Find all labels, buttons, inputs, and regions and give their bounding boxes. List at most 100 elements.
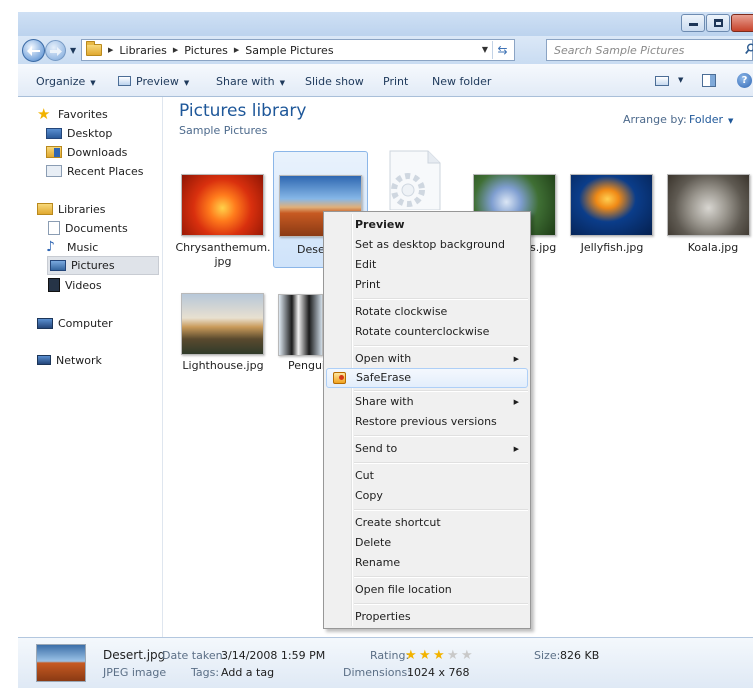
menu-item-preview[interactable]: Preview: [326, 215, 528, 235]
menu-item-set-desktop-background[interactable]: Set as desktop background: [326, 235, 528, 255]
sidebar-item-downloads[interactable]: Downloads: [46, 143, 127, 161]
file-tile-chrysanthemum[interactable]: Chrysanthemum. jpg: [175, 152, 273, 272]
desktop-icon: [46, 127, 62, 139]
penguins-thumbnail: [278, 294, 323, 356]
folder-icon: [86, 41, 102, 56]
preview-icon: [118, 76, 131, 86]
preview-pane-icon[interactable]: [702, 74, 716, 87]
search-input[interactable]: Search Sample Pictures: [546, 39, 753, 61]
chevron-right-icon[interactable]: ▶: [173, 46, 178, 54]
breadcrumb-sample-pictures[interactable]: Sample Pictures: [245, 44, 333, 57]
sidebar-item-pictures[interactable]: Pictures: [47, 256, 159, 275]
close-button[interactable]: [731, 14, 753, 32]
preview-button[interactable]: Preview ▼: [118, 75, 189, 88]
recent-pages-dropdown[interactable]: ▼: [70, 46, 76, 55]
chevron-down-icon: ▼: [183, 79, 190, 87]
menu-item-share-with[interactable]: Share with ▶: [326, 392, 528, 412]
organize-button[interactable]: Organize ▼: [36, 75, 96, 88]
details-thumbnail: [36, 644, 86, 682]
jellyfish-thumbnail: [570, 174, 653, 236]
page-subtitle: Sample Pictures: [179, 124, 268, 137]
dimensions-label: Dimensions:: [343, 666, 411, 679]
menu-item-delete[interactable]: Delete: [326, 533, 528, 553]
context-menu: Preview Set as desktop background Edit P…: [323, 211, 531, 629]
chevron-right-icon[interactable]: ▶: [234, 46, 239, 54]
rating-star-icon[interactable]: ★: [433, 649, 445, 662]
rating-star-icon[interactable]: ★: [447, 649, 459, 662]
libraries-icon: [37, 203, 53, 215]
menu-item-label: Send to: [355, 442, 398, 455]
address-dropdown[interactable]: ▼: [482, 45, 488, 54]
music-icon: ♪: [46, 239, 55, 255]
sidebar-item-label: Music: [67, 240, 99, 254]
sidebar-item-videos[interactable]: Videos: [46, 276, 102, 294]
rating-star-icon[interactable]: ★: [419, 649, 431, 662]
sidebar-item-music[interactable]: ♪ Music: [46, 238, 98, 256]
rating-star-icon[interactable]: ★: [461, 649, 473, 662]
menu-item-send-to[interactable]: Send to ▶: [326, 439, 528, 459]
menu-item-open-with[interactable]: Open with ▶: [326, 349, 528, 369]
sidebar-item-network[interactable]: Network: [37, 351, 102, 369]
sidebar-item-documents[interactable]: Documents: [46, 219, 128, 237]
file-tile-lighthouse[interactable]: Lighthouse.jpg: [178, 290, 273, 380]
sidebar-item-favorites[interactable]: ★ Favorites: [37, 105, 108, 123]
file-tile-jellyfish[interactable]: Jellyfish.jpg: [566, 152, 661, 272]
menu-item-copy[interactable]: Copy: [326, 486, 528, 506]
menu-separator: [354, 462, 528, 464]
menu-item-label: Open with: [355, 352, 412, 365]
menu-item-rotate-counterclockwise[interactable]: Rotate counterclockwise: [326, 322, 528, 342]
menu-item-properties[interactable]: Properties: [326, 607, 528, 627]
menu-item-cut[interactable]: Cut: [326, 466, 528, 486]
menu-item-create-shortcut[interactable]: Create shortcut: [326, 513, 528, 533]
date-taken-value[interactable]: 3/14/2008 1:59 PM: [221, 649, 325, 662]
sidebar-item-label: Favorites: [58, 107, 108, 121]
sidebar-item-desktop[interactable]: Desktop: [46, 124, 112, 142]
menu-separator: [354, 603, 528, 605]
tags-value[interactable]: Add a tag: [221, 666, 274, 679]
file-name: Chrysanthemum.: [175, 241, 271, 254]
menu-item-safe-erase[interactable]: SafeErase: [326, 368, 528, 388]
menu-item-print[interactable]: Print: [326, 275, 528, 295]
computer-icon: [37, 317, 53, 329]
chevron-right-icon[interactable]: ▶: [108, 46, 113, 54]
view-options-dropdown[interactable]: ▼: [678, 76, 683, 84]
menu-item-open-file-location[interactable]: Open file location: [326, 580, 528, 600]
change-view-icon[interactable]: [655, 76, 669, 86]
menu-item-restore-previous-versions[interactable]: Restore previous versions: [326, 412, 528, 432]
menu-item-rotate-clockwise[interactable]: Rotate clockwise: [326, 302, 528, 322]
submenu-arrow-icon: ▶: [513, 355, 519, 363]
menu-item-rename[interactable]: Rename: [326, 553, 528, 573]
chevron-down-icon: ▼: [279, 79, 285, 87]
new-folder-button[interactable]: New folder: [432, 75, 491, 88]
menu-separator: [354, 509, 528, 511]
sidebar-item-recent-places[interactable]: Recent Places: [46, 162, 144, 180]
breadcrumb-libraries[interactable]: Libraries: [119, 44, 167, 57]
maximize-button[interactable]: [706, 14, 730, 32]
dimensions-value: 1024 x 768: [407, 666, 470, 679]
address-bar[interactable]: ▶ Libraries ▶ Pictures ▶ Sample Pictures…: [81, 39, 515, 61]
sidebar-item-libraries[interactable]: Libraries: [37, 200, 106, 218]
sidebar-item-label: Desktop: [67, 126, 113, 140]
menu-item-edit[interactable]: Edit: [326, 255, 528, 275]
menu-separator: [354, 435, 528, 437]
minimize-button[interactable]: [681, 14, 705, 32]
sidebar-item-computer[interactable]: Computer: [37, 314, 113, 332]
file-name: jpg: [214, 255, 232, 268]
refresh-icon[interactable]: ⇆: [492, 41, 512, 59]
slide-show-button[interactable]: Slide show: [305, 75, 364, 88]
rating-star-icon[interactable]: ★: [405, 649, 417, 662]
forward-button[interactable]: [45, 40, 66, 61]
arrange-by-dropdown[interactable]: Folder ▼: [689, 113, 733, 126]
back-button[interactable]: [22, 39, 45, 62]
search-icon[interactable]: [745, 43, 753, 55]
breadcrumb-pictures[interactable]: Pictures: [184, 44, 228, 57]
help-icon[interactable]: ?: [737, 73, 752, 88]
size-value: 826 KB: [560, 649, 600, 662]
chevron-down-icon: ▼: [728, 117, 734, 125]
file-name: Koala.jpg: [687, 241, 739, 254]
print-button[interactable]: Print: [383, 75, 408, 88]
title-bar: [18, 12, 753, 36]
network-icon: [37, 355, 51, 365]
file-tile-koala[interactable]: Koala.jpg: [663, 152, 753, 272]
share-with-button[interactable]: Share with ▼: [216, 75, 285, 88]
